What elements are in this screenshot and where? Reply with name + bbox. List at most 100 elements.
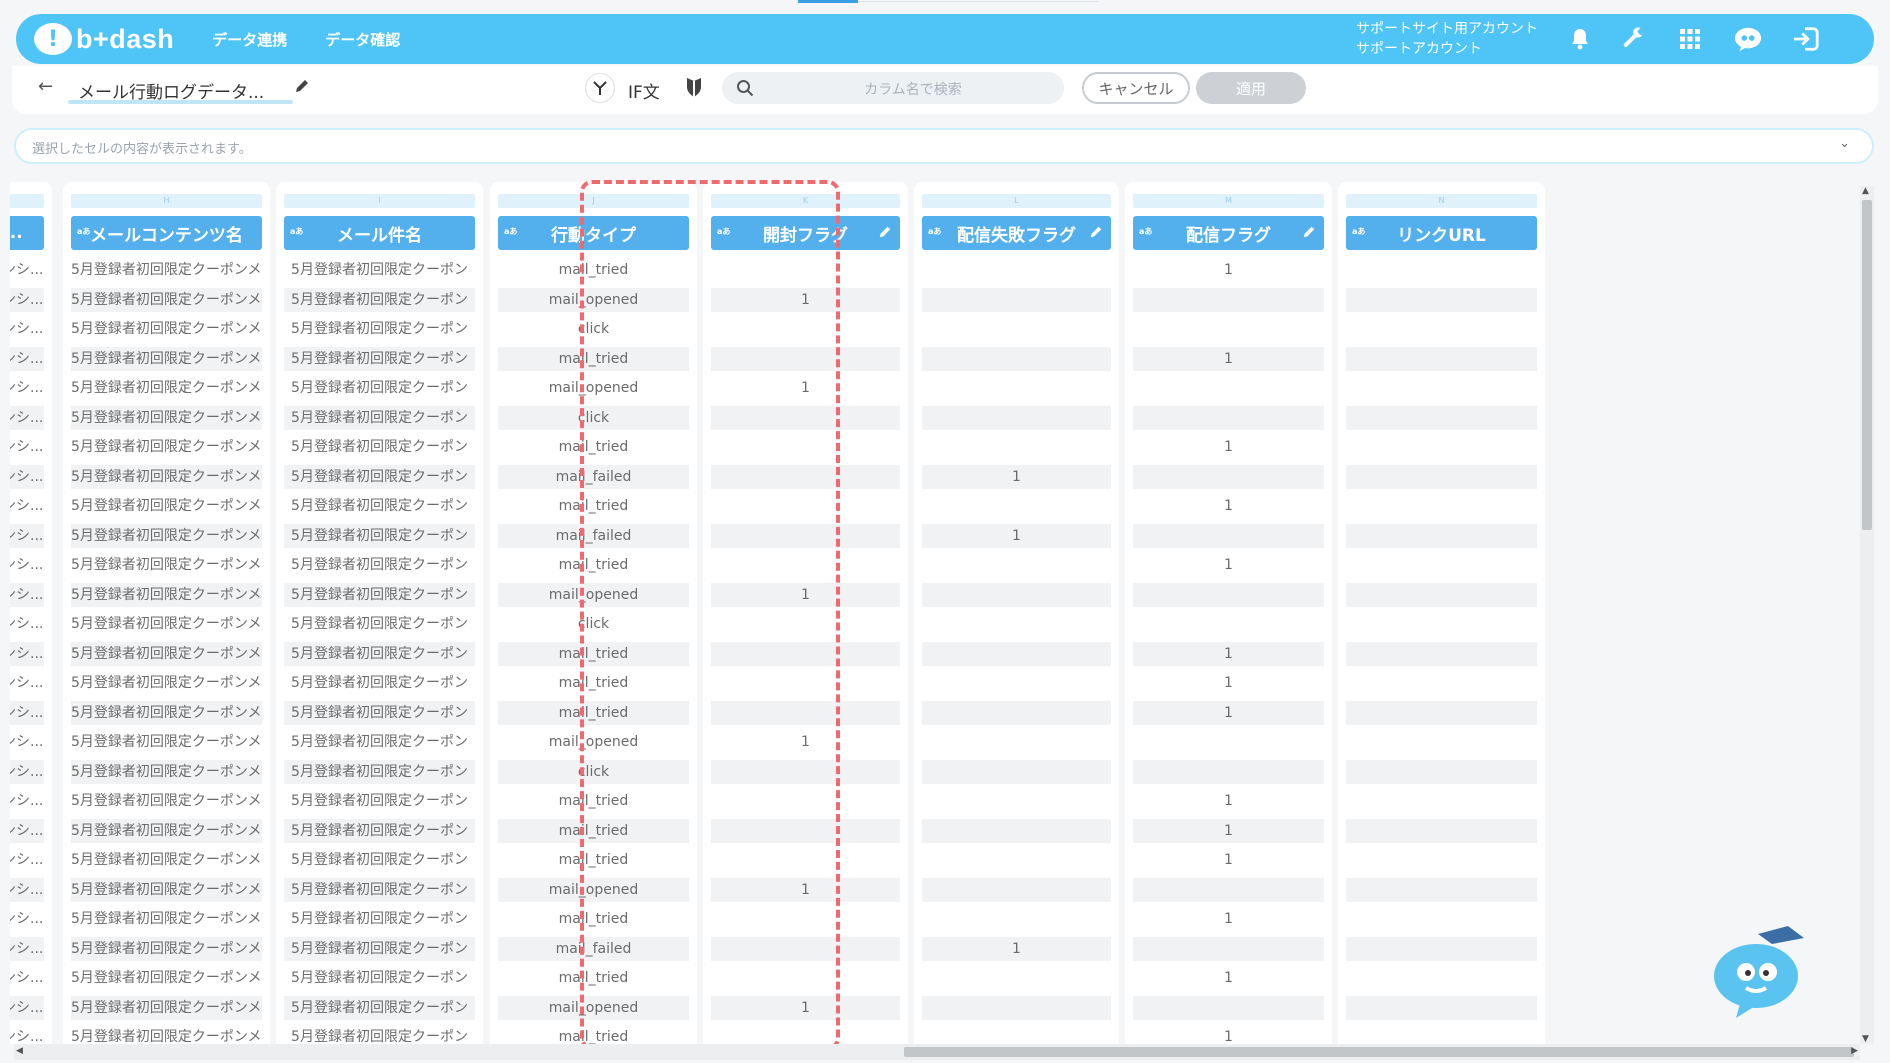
table-cell[interactable] bbox=[711, 464, 900, 489]
table-cell[interactable]: 1 bbox=[1133, 1025, 1324, 1044]
table-cell[interactable]: mail_tried bbox=[498, 907, 689, 931]
table-cell[interactable]: 5月登録者初回限定クーポン bbox=[284, 730, 475, 754]
table-cell[interactable] bbox=[711, 789, 900, 813]
table-cell[interactable]: 5月登録者初回限定クーポン bbox=[284, 346, 475, 371]
table-cell[interactable] bbox=[1346, 1025, 1537, 1044]
table-cell[interactable]: ンシ... bbox=[10, 582, 44, 607]
table-cell[interactable] bbox=[1346, 700, 1537, 725]
table-cell[interactable]: 5月登録者初回限定クーポンメ... bbox=[71, 317, 262, 341]
table-cell[interactable] bbox=[1346, 671, 1537, 695]
table-cell[interactable] bbox=[1346, 376, 1537, 400]
table-cell[interactable]: 5月登録者初回限定クーポン bbox=[284, 818, 475, 843]
table-cell[interactable]: mail_tried bbox=[498, 700, 689, 725]
chevron-down-icon[interactable]: ⌄ bbox=[1839, 136, 1850, 151]
table-cell[interactable] bbox=[922, 435, 1111, 459]
table-cell[interactable]: 5月登録者初回限定クーポン bbox=[284, 494, 475, 518]
table-cell[interactable] bbox=[711, 435, 900, 459]
table-cell[interactable] bbox=[711, 1025, 900, 1044]
account-info[interactable]: サポートサイト用アカウント サポートアカウント bbox=[1356, 19, 1538, 59]
table-cell[interactable]: 1 bbox=[1133, 848, 1324, 872]
table-cell[interactable]: 5月登録者初回限定クーポン bbox=[284, 376, 475, 400]
table-cell[interactable] bbox=[1346, 907, 1537, 931]
support-bubble-icon[interactable] bbox=[1734, 25, 1762, 53]
column-letter[interactable] bbox=[10, 194, 44, 208]
table-cell[interactable]: ンシ... bbox=[10, 877, 44, 902]
table-cell[interactable] bbox=[922, 789, 1111, 813]
table-cell[interactable]: 5月登録者初回限定クーポン bbox=[284, 612, 475, 636]
table-cell[interactable]: 1 bbox=[1133, 907, 1324, 931]
table-cell[interactable]: 5月登録者初回限定クーポンメ... bbox=[71, 258, 262, 282]
grid-apps-icon[interactable] bbox=[1676, 25, 1704, 53]
table-cell[interactable] bbox=[1133, 582, 1324, 607]
table-cell[interactable]: 1 bbox=[1133, 641, 1324, 666]
table-cell[interactable]: ンシ... bbox=[10, 730, 44, 754]
column-letter[interactable]: L bbox=[922, 194, 1111, 208]
table-cell[interactable] bbox=[711, 759, 900, 784]
wrench-icon[interactable] bbox=[1620, 25, 1648, 53]
table-cell[interactable] bbox=[922, 346, 1111, 371]
table-cell[interactable]: mail_tried bbox=[498, 435, 689, 459]
table-cell[interactable]: 5月登録者初回限定クーポンメ... bbox=[71, 376, 262, 400]
table-cell[interactable]: ンシ... bbox=[10, 494, 44, 518]
column-header[interactable]: aあ メール件名 bbox=[284, 216, 475, 250]
table-cell[interactable] bbox=[1133, 405, 1324, 430]
table-cell[interactable] bbox=[922, 405, 1111, 430]
vertical-scroll-thumb[interactable] bbox=[1862, 200, 1872, 530]
table-cell[interactable] bbox=[922, 730, 1111, 754]
mascot-chat-icon[interactable] bbox=[1710, 920, 1810, 1024]
vertical-scrollbar[interactable]: ▲ ▼ bbox=[1860, 186, 1874, 1044]
table-cell[interactable] bbox=[922, 995, 1111, 1020]
table-cell[interactable] bbox=[922, 818, 1111, 843]
table-cell[interactable] bbox=[922, 700, 1111, 725]
table-cell[interactable]: mail_tried bbox=[498, 671, 689, 695]
table-cell[interactable]: 5月登録者初回限定クーポンメ... bbox=[71, 523, 262, 548]
table-cell[interactable]: ンシ... bbox=[10, 258, 44, 282]
table-cell[interactable]: 5月登録者初回限定クーポン bbox=[284, 759, 475, 784]
table-cell[interactable]: 5月登録者初回限定クーポン bbox=[284, 848, 475, 872]
edit-column-icon[interactable] bbox=[1089, 224, 1103, 244]
table-cell[interactable] bbox=[922, 848, 1111, 872]
table-cell[interactable] bbox=[1133, 730, 1324, 754]
table-cell[interactable]: ンシ... bbox=[10, 700, 44, 725]
table-cell[interactable] bbox=[922, 641, 1111, 666]
table-cell[interactable] bbox=[1133, 759, 1324, 784]
table-cell[interactable]: ンシ... bbox=[10, 671, 44, 695]
table-cell[interactable]: 5月登録者初回限定クーポンメ... bbox=[71, 582, 262, 607]
table-cell[interactable]: 5月登録者初回限定クーポンメ... bbox=[71, 405, 262, 430]
column-header[interactable]: aあ リンクURL bbox=[1346, 216, 1537, 250]
table-cell[interactable] bbox=[1133, 287, 1324, 312]
table-cell[interactable] bbox=[1133, 995, 1324, 1020]
table-cell[interactable]: ンシ... bbox=[10, 995, 44, 1020]
logout-icon[interactable] bbox=[1792, 25, 1820, 53]
table-cell[interactable] bbox=[711, 966, 900, 990]
column-header[interactable]: aあ 配信失敗フラグ bbox=[922, 216, 1111, 250]
table-cell[interactable] bbox=[1346, 966, 1537, 990]
table-cell[interactable] bbox=[1133, 877, 1324, 902]
if-statement-button[interactable]: IF文 bbox=[628, 78, 660, 103]
table-cell[interactable] bbox=[1346, 818, 1537, 843]
table-cell[interactable]: ンシ... bbox=[10, 346, 44, 371]
table-cell[interactable]: mail_opened bbox=[498, 995, 689, 1020]
table-cell[interactable] bbox=[711, 494, 900, 518]
table-cell[interactable]: mail_opened bbox=[498, 376, 689, 400]
column-header[interactable]: aあ 開封フラグ bbox=[711, 216, 900, 250]
table-cell[interactable] bbox=[1346, 789, 1537, 813]
table-cell[interactable]: 1 bbox=[711, 877, 900, 902]
table-cell[interactable]: 5月登録者初回限定クーポンメ... bbox=[71, 877, 262, 902]
column-header[interactable]: aあ メールコンテンツ名 bbox=[71, 216, 262, 250]
table-cell[interactable]: 5月登録者初回限定クーポン bbox=[284, 700, 475, 725]
table-cell[interactable]: 1 bbox=[1133, 671, 1324, 695]
table-cell[interactable] bbox=[922, 582, 1111, 607]
table-cell[interactable]: 5月登録者初回限定クーポンメ... bbox=[71, 818, 262, 843]
table-cell[interactable] bbox=[922, 258, 1111, 282]
table-cell[interactable]: mail_opened bbox=[498, 582, 689, 607]
table-cell[interactable] bbox=[1133, 936, 1324, 961]
table-cell[interactable]: 5月登録者初回限定クーポンメ... bbox=[71, 730, 262, 754]
table-cell[interactable] bbox=[1346, 494, 1537, 518]
table-cell[interactable] bbox=[711, 700, 900, 725]
table-cell[interactable]: 1 bbox=[1133, 553, 1324, 577]
table-cell[interactable]: mail_failed bbox=[498, 464, 689, 489]
table-cell[interactable]: 5月登録者初回限定クーポン bbox=[284, 966, 475, 990]
table-cell[interactable]: 5月登録者初回限定クーポン bbox=[284, 641, 475, 666]
table-cell[interactable]: 1 bbox=[711, 376, 900, 400]
